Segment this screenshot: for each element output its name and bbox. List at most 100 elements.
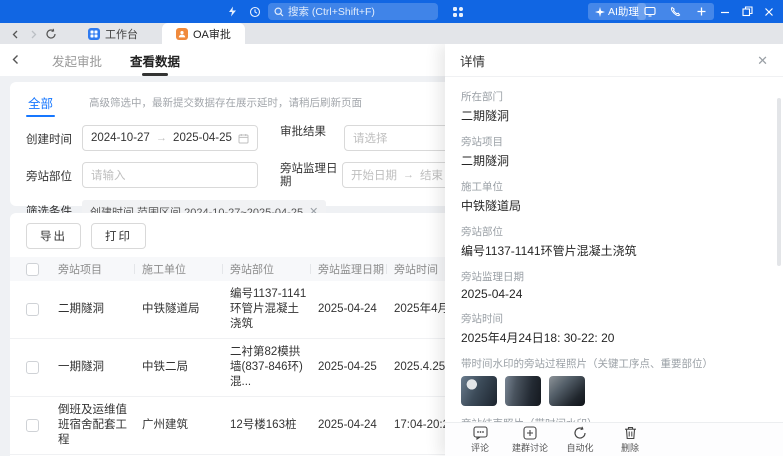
photo-thumbnail[interactable] [461, 376, 497, 406]
cell-station-project: 二期隧洞 [58, 296, 142, 323]
cell-station-part: 12号楼163桩 [230, 412, 318, 439]
detail-field-value: 二期隧洞 [461, 107, 767, 124]
filter-tab-all[interactable]: 全部 [26, 93, 55, 112]
search-icon [274, 7, 284, 17]
detail-panel-body: 所在部门 二期隧洞 旁站项目 二期隧洞 施工单位 中铁隧道局 旁站部位 编号11… [445, 78, 783, 422]
cell-monitor-date: 2025-04-24 [318, 412, 394, 439]
detail-field: 旁站项目 二期隧洞 [461, 134, 767, 169]
created-end-value: 2025-04-25 [173, 132, 232, 144]
photo-thumbnail[interactable] [549, 376, 585, 406]
titlebar: 搜索 (Ctrl+Shift+F) AI助理 [0, 0, 783, 23]
photo-row [461, 376, 767, 406]
tab-oa-approval[interactable]: OA审批 [162, 23, 245, 44]
detail-panel-title: 详情 [460, 51, 485, 70]
cell-monitor-date: 2025-04-24 [318, 296, 394, 323]
panel-close-icon[interactable]: ✕ [757, 54, 768, 67]
delete-label: 删除 [621, 441, 639, 454]
workbench-icon [88, 28, 100, 40]
tab-view-data-label: 查看数据 [130, 51, 180, 70]
comment-button[interactable]: 评论 [463, 426, 497, 454]
detail-field: 旁站监理日期 2025-04-24 [461, 269, 767, 301]
ai-assistant-label: AI助理 [608, 4, 639, 19]
cell-station-project: 倒班及运维值班宿舍配套工程 [58, 397, 142, 454]
column-header: 旁站部位 [230, 261, 318, 277]
flash-icon[interactable] [224, 3, 241, 20]
cell-station-part: 二衬第82模拱墙(837-846环)混... [230, 339, 318, 396]
app-window: 搜索 (Ctrl+Shift+F) AI助理 [0, 0, 783, 456]
subnav-back-icon[interactable] [0, 53, 30, 68]
detail-field: 旁站时间 2025年4月24日18: 30-22: 20 [461, 311, 767, 346]
comment-icon [473, 426, 488, 440]
detail-field: 旁站部位 编号1137-1141环管片混凝土浇筑 [461, 224, 767, 259]
detail-field-label: 旁站时间 [461, 311, 767, 326]
panel-scrollbar[interactable] [777, 98, 781, 266]
automation-button[interactable]: 自动化 [563, 426, 597, 454]
delete-icon [624, 426, 637, 440]
cell-construction-unit: 中铁二局 [142, 354, 230, 381]
create-group-button[interactable]: 建群讨论 [513, 426, 547, 454]
row-checkbox[interactable] [26, 419, 39, 432]
search-input[interactable]: 搜索 (Ctrl+Shift+F) [268, 3, 438, 20]
row-checkbox[interactable] [26, 361, 39, 374]
history-icon[interactable] [246, 3, 263, 20]
tab-workbench[interactable]: 工作台 [74, 23, 152, 44]
monitor-date-label: 旁站监理日期 [280, 162, 342, 189]
detail-field-value: 中铁隧道局 [461, 197, 767, 214]
phone-call-icon[interactable] [670, 6, 681, 17]
close-window-icon[interactable] [760, 3, 778, 20]
detail-panel-header: 详情 ✕ [445, 44, 783, 77]
minimize-icon[interactable] [716, 3, 734, 20]
created-time-label: 创建时间 [26, 125, 82, 147]
export-button[interactable]: 导出 [26, 223, 81, 249]
cell-station-part: 编号1137-1141环管片混凝土浇筑 [230, 281, 318, 338]
automation-icon [573, 426, 587, 440]
tab-oa-approval-label: OA审批 [193, 26, 231, 42]
column-header: 旁站项目 [58, 261, 142, 277]
detail-field-label: 旁站监理日期 [461, 269, 767, 284]
plus-icon[interactable] [696, 6, 707, 17]
oa-approval-icon [176, 28, 188, 40]
titlebar-quick-actions [637, 3, 714, 20]
search-placeholder: 搜索 (Ctrl+Shift+F) [288, 4, 375, 19]
delete-button[interactable]: 删除 [613, 426, 647, 454]
detail-panel-footer: 评论 建群讨论 自动化 删除 [445, 422, 783, 456]
detail-field: 所在部门 二期隧洞 [461, 89, 767, 124]
station-part-input[interactable]: 请输入 [82, 162, 258, 188]
detail-field-value: 2025年4月24日18: 30-22: 20 [461, 329, 767, 346]
detail-field-label: 旁站部位 [461, 224, 767, 239]
column-header: 旁站监理日期 [318, 261, 394, 277]
approval-result-label: 审批结果 [280, 125, 336, 139]
print-button[interactable]: 打印 [91, 223, 146, 249]
select-all-checkbox[interactable] [26, 263, 39, 276]
created-start-value: 2024-10-27 [91, 132, 150, 144]
filter-hint: 高级筛选中，最新提交数据存在展示延时，请稍后刷新页面 [89, 95, 362, 110]
detail-panel: 详情 ✕ 所在部门 二期隧洞 旁站项目 二期隧洞 施工单位 中铁隧道局 旁站部位… [445, 44, 783, 456]
range-arrow-icon: → [403, 169, 414, 181]
cell-monitor-date: 2025-04-25 [318, 354, 394, 381]
created-date-range-input[interactable]: 2024-10-27 → 2025-04-25 [82, 125, 258, 151]
detail-field-value: 编号1137-1141环管片混凝土浇筑 [461, 242, 767, 259]
detail-field-label: 旁站项目 [461, 134, 767, 149]
restore-window-icon[interactable] [738, 3, 756, 20]
forward-icon[interactable] [24, 25, 42, 43]
range-arrow-icon: → [156, 132, 167, 144]
calendar-icon [238, 133, 249, 144]
comment-label: 评论 [471, 441, 489, 454]
cell-construction-unit: 中铁隧道局 [142, 296, 230, 323]
detail-field-label: 所在部门 [461, 89, 767, 104]
screen-share-icon[interactable] [644, 6, 656, 17]
create-group-label: 建群讨论 [512, 441, 548, 454]
photo-group: 带时间水印的旁站过程照片（关键工序点、重要部位） [461, 356, 767, 406]
photo-thumbnail[interactable] [505, 376, 541, 406]
back-icon[interactable] [6, 25, 24, 43]
detail-field: 施工单位 中铁隧道局 [461, 179, 767, 214]
sparkle-icon [595, 7, 605, 17]
detail-field-value: 二期隧洞 [461, 152, 767, 169]
apps-grid-icon[interactable] [449, 3, 466, 20]
tab-view-data[interactable]: 查看数据 [116, 44, 194, 76]
refresh-icon[interactable] [42, 25, 60, 43]
tabbar: 工作台 OA审批 [0, 23, 783, 44]
tab-launch-approval[interactable]: 发起审批 [38, 44, 116, 76]
row-checkbox[interactable] [26, 303, 39, 316]
photo-group-label: 带时间水印的旁站过程照片（关键工序点、重要部位） [461, 356, 767, 371]
